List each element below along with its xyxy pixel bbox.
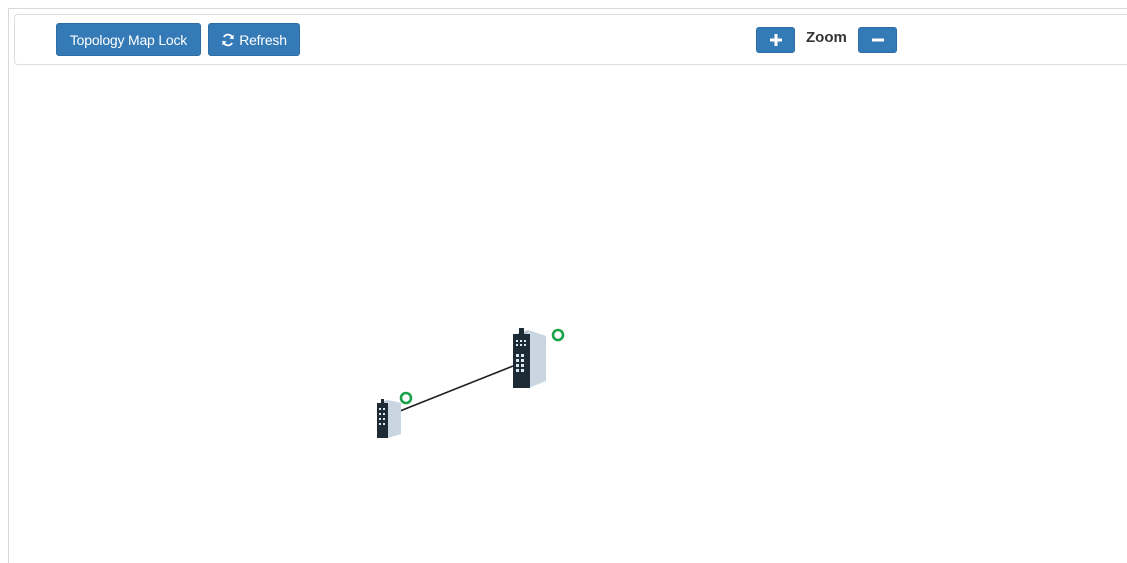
topology-map[interactable] bbox=[0, 0, 1127, 563]
link-line[interactable] bbox=[399, 365, 514, 412]
industrial-switch-icon[interactable] bbox=[377, 399, 401, 438]
status-online-icon bbox=[399, 391, 413, 405]
status-online-icon bbox=[551, 328, 565, 342]
industrial-switch-icon[interactable] bbox=[513, 328, 546, 388]
